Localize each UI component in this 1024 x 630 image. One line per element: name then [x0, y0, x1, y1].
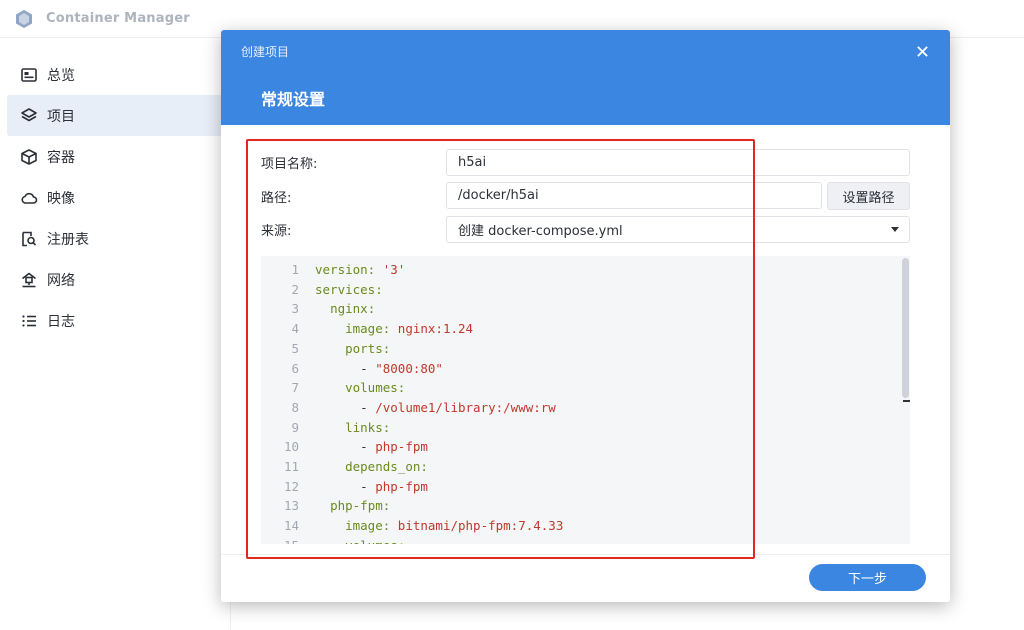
dialog-title: 创建项目 [241, 45, 290, 59]
sidebar-item-images[interactable]: 映像 [0, 177, 230, 218]
editor-scrollbar[interactable] [902, 258, 909, 398]
layers-icon [20, 107, 38, 125]
box-icon [20, 148, 38, 166]
highlight-annotation-box [246, 139, 755, 559]
app-title: Container Manager [46, 11, 190, 26]
editor-scroll-marker [903, 400, 910, 402]
sidebar-item-label: 网络 [47, 272, 75, 289]
sidebar-item-label: 映像 [47, 190, 75, 207]
next-button[interactable]: 下一步 [809, 564, 926, 591]
set-path-button[interactable]: 设置路径 [827, 182, 910, 210]
sidebar-item-registry[interactable]: 注册表 [0, 218, 230, 259]
sidebar-item-label: 总览 [47, 67, 75, 84]
sidebar-item-label: 注册表 [47, 231, 89, 248]
sidebar-item-label: 容器 [47, 149, 75, 166]
network-icon [20, 271, 38, 289]
sidebar-item-containers[interactable]: 容器 [0, 136, 230, 177]
sidebar-item-network[interactable]: 网络 [0, 259, 230, 300]
dialog-subtitle: 常规设置 [261, 90, 326, 109]
dashboard-icon [20, 66, 38, 84]
list-icon [20, 312, 38, 330]
dialog-header: 创建项目 常规设置 [221, 30, 950, 125]
close-icon[interactable] [912, 41, 932, 61]
sidebar: 总览 项目 容器 映像 注册表 网络 日志 [0, 54, 230, 341]
sidebar-item-logs[interactable]: 日志 [0, 300, 230, 341]
container-manager-logo-icon [14, 9, 34, 29]
registry-search-icon [20, 230, 38, 248]
chevron-down-icon [891, 227, 899, 232]
sidebar-item-projects[interactable]: 项目 [7, 95, 230, 136]
sidebar-item-label: 项目 [47, 108, 75, 125]
cloud-icon [20, 189, 38, 207]
sidebar-item-overview[interactable]: 总览 [0, 54, 230, 95]
sidebar-item-label: 日志 [47, 313, 75, 330]
